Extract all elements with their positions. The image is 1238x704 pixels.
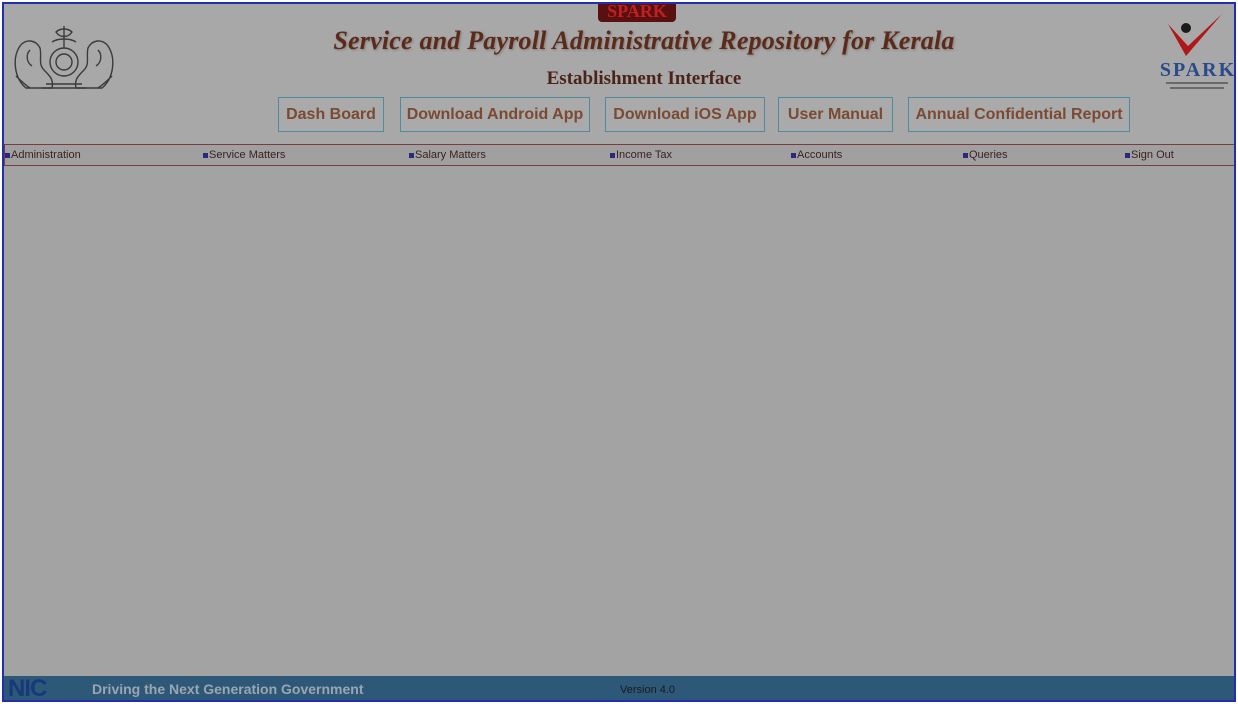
menu-bullet-icon	[610, 152, 615, 158]
menu-item-income-tax[interactable]: Income Tax	[610, 149, 672, 161]
menu-item-label: Accounts	[797, 149, 843, 161]
nic-logo: NIC	[4, 675, 74, 702]
footer-tagline: Driving the Next Generation Government	[92, 681, 364, 697]
download-android-app-button[interactable]: Download Android App	[400, 97, 590, 132]
menu-bullet-icon	[5, 152, 10, 158]
nic-logo-text: NIC	[8, 675, 47, 702]
menu-bullet-icon	[409, 152, 414, 158]
user-manual-button[interactable]: User Manual	[778, 97, 893, 132]
annual-confidential-report-button[interactable]: Annual Confidential Report	[908, 97, 1130, 132]
menu-item-label: Salary Matters	[415, 149, 486, 161]
menu-item-sign-out[interactable]: Sign Out	[1125, 149, 1174, 161]
page-title: Service and Payroll Administrative Repos…	[333, 26, 955, 55]
menu-item-salary-matters[interactable]: Salary Matters	[409, 149, 486, 161]
footer: NIC Driving the Next Generation Governme…	[4, 675, 1234, 702]
page-subtitle: Establishment Interface	[546, 68, 742, 89]
spark-logo-text: SPARK	[1160, 59, 1236, 81]
main-menu-bar: Administration Service Matters Salary Ma…	[4, 144, 1234, 166]
menu-item-administration[interactable]: Administration	[5, 149, 81, 161]
menu-item-accounts[interactable]: Accounts	[791, 149, 842, 161]
menu-bullet-icon	[791, 152, 796, 158]
logo-top-text: SPARK	[607, 2, 667, 21]
app-window: SPARK Service and Payroll Administrative…	[2, 2, 1236, 702]
spark-logo-icon: SPARK	[1160, 14, 1236, 89]
header: SPARK Service and Payroll Administrative…	[4, 4, 1234, 144]
main-content-area	[4, 166, 1234, 676]
kerala-emblem-icon	[14, 26, 114, 89]
menu-item-queries[interactable]: Queries	[963, 149, 1008, 161]
menu-bullet-icon	[963, 152, 968, 158]
menu-item-service-matters[interactable]: Service Matters	[203, 149, 285, 161]
menu-item-label: Queries	[969, 149, 1008, 161]
menu-item-label: Administration	[11, 149, 81, 161]
menu-item-label: Sign Out	[1131, 149, 1174, 161]
spark-top-logo-icon: SPARK	[598, 2, 676, 22]
dashboard-button[interactable]: Dash Board	[278, 97, 384, 132]
menu-item-label: Income Tax	[616, 149, 673, 161]
download-ios-app-button[interactable]: Download iOS App	[605, 97, 765, 132]
menu-item-label: Service Matters	[209, 149, 286, 161]
version-label: Version 4.0	[620, 684, 676, 696]
menu-bullet-icon	[203, 152, 208, 158]
menu-bullet-icon	[1125, 152, 1130, 158]
